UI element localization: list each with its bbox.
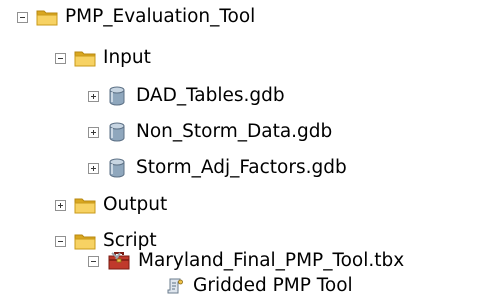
tree-item-label: DAD_Tables.gdb xyxy=(136,84,285,106)
database-icon xyxy=(107,86,127,106)
script-tool-icon xyxy=(165,276,185,296)
tree-item-dad-tables-gdb[interactable]: DAD_Tables.gdb xyxy=(88,80,285,112)
collapse-icon[interactable] xyxy=(17,11,28,23)
tree-item-pmp-evaluation-tool[interactable]: PMP_Evaluation_Tool xyxy=(17,1,255,33)
database-icon xyxy=(107,122,127,142)
collapse-icon[interactable] xyxy=(55,52,66,64)
folder-icon xyxy=(74,49,96,67)
tree-item-output[interactable]: Output xyxy=(55,189,167,221)
tree-item-storm-adj-factors-gdb[interactable]: Storm_Adj_Factors.gdb xyxy=(88,152,347,184)
expand-icon[interactable] xyxy=(88,90,99,102)
tree-item-input[interactable]: Input xyxy=(55,42,151,74)
tree-item-label: Gridded PMP Tool xyxy=(193,274,353,296)
tree-item-label: Input xyxy=(103,46,151,68)
expand-icon[interactable] xyxy=(88,162,99,174)
tree-item-label: Maryland_Final_PMP_Tool.tbx xyxy=(138,249,405,271)
database-icon xyxy=(107,158,127,178)
tree-item-non-storm-data-gdb[interactable]: Non_Storm_Data.gdb xyxy=(88,116,332,148)
toolbox-icon xyxy=(107,250,131,272)
collapse-icon[interactable] xyxy=(55,235,66,247)
tree-item-label: Output xyxy=(103,193,168,215)
expand-icon[interactable] xyxy=(88,126,99,138)
tree-item-label: Non_Storm_Data.gdb xyxy=(136,120,333,142)
tree-item-label: PMP_Evaluation_Tool xyxy=(65,5,256,27)
folder-icon xyxy=(74,196,96,214)
expand-icon[interactable] xyxy=(55,199,66,211)
tree-item-label: Storm_Adj_Factors.gdb xyxy=(136,156,347,178)
catalog-tree: PMP_Evaluation_Tool Input DAD_Tables.gdb xyxy=(0,0,479,304)
tree-item-gridded-pmp-tool[interactable]: Gridded PMP Tool xyxy=(165,270,353,302)
collapse-icon[interactable] xyxy=(88,255,99,267)
folder-icon xyxy=(36,8,58,26)
